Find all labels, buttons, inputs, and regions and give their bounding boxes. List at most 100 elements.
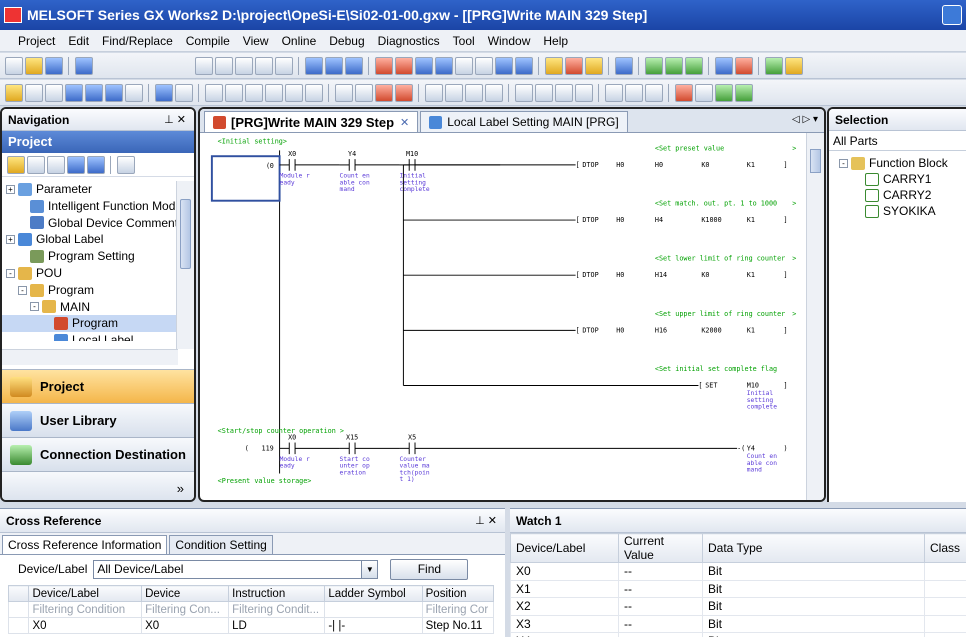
refresh-icon[interactable] bbox=[87, 155, 105, 174]
new-data-icon[interactable] bbox=[7, 155, 25, 174]
find-button[interactable]: Find bbox=[390, 558, 469, 580]
batch-monitor-icon[interactable] bbox=[455, 56, 473, 75]
column-header[interactable]: Ladder Symbol bbox=[324, 585, 423, 602]
dev-batch-icon[interactable] bbox=[515, 56, 533, 75]
column-header[interactable] bbox=[7, 585, 30, 602]
tab-cross-reference-information[interactable]: Cross Reference Information bbox=[2, 535, 168, 554]
vertical-line-icon[interactable] bbox=[355, 83, 373, 102]
navigation-toggle-icon[interactable] bbox=[5, 83, 23, 102]
comment-edit-icon[interactable] bbox=[735, 83, 753, 102]
rising-pulse-close-icon[interactable] bbox=[465, 83, 483, 102]
monitor-icon[interactable] bbox=[415, 56, 433, 75]
dev-icon[interactable] bbox=[495, 56, 513, 75]
operation-invert-icon[interactable] bbox=[555, 83, 573, 102]
sort-icon[interactable] bbox=[117, 155, 135, 174]
table-row[interactable]: X2 -- Bit bbox=[510, 597, 966, 616]
column-header[interactable]: Position bbox=[421, 585, 495, 602]
tree-item[interactable]: - MAIN bbox=[2, 299, 178, 316]
menu-project[interactable]: Project bbox=[18, 34, 55, 48]
tree-item[interactable]: - Program bbox=[2, 282, 178, 299]
fb-insert-icon[interactable] bbox=[625, 83, 643, 102]
tree-item[interactable]: Global Device Comment bbox=[2, 215, 178, 232]
table-row[interactable]: X0 -- Bit bbox=[510, 562, 966, 581]
collapse-icon[interactable]: - bbox=[839, 158, 848, 168]
monitor-stop-icon[interactable] bbox=[435, 56, 453, 75]
menu-tool[interactable]: Tool bbox=[453, 34, 475, 48]
device-search-icon[interactable] bbox=[305, 56, 323, 75]
column-header[interactable]: Data Type bbox=[702, 533, 925, 563]
tree-item[interactable]: + Global Label bbox=[2, 231, 178, 248]
tool-icon[interactable] bbox=[785, 56, 803, 75]
filter-cell[interactable]: Filtering Condition bbox=[28, 601, 143, 618]
falling-pulse-close-icon[interactable] bbox=[485, 83, 503, 102]
tab-local-label-setting[interactable]: Local Label Setting MAIN [PRG] bbox=[420, 111, 628, 132]
watch-icon[interactable] bbox=[475, 56, 493, 75]
read-from-plc-icon[interactable] bbox=[375, 56, 393, 75]
coil-icon[interactable] bbox=[285, 83, 303, 102]
open-project-icon[interactable] bbox=[25, 56, 43, 75]
device-list-icon[interactable] bbox=[65, 83, 83, 102]
window-layout-icon[interactable] bbox=[25, 83, 43, 102]
menu-compile[interactable]: Compile bbox=[186, 34, 230, 48]
connection-destination-button[interactable]: Connection Destination bbox=[2, 437, 194, 471]
redo-icon[interactable] bbox=[275, 56, 293, 75]
property-icon[interactable] bbox=[125, 83, 143, 102]
filter-cell[interactable]: Filtering Cor bbox=[421, 601, 495, 618]
column-header[interactable]: Device/Label bbox=[28, 585, 143, 602]
filter-cell[interactable] bbox=[7, 601, 30, 618]
expander-icon[interactable]: - bbox=[18, 285, 27, 295]
st-block-icon[interactable] bbox=[695, 83, 713, 102]
column-header[interactable]: Device bbox=[141, 585, 230, 602]
list-item[interactable]: SYOKIKA bbox=[839, 203, 966, 219]
ladder-stop-icon[interactable] bbox=[675, 83, 693, 102]
menu-view[interactable]: View bbox=[243, 34, 269, 48]
horizontal-line-icon[interactable] bbox=[335, 83, 353, 102]
delete-vertical-line-icon[interactable] bbox=[395, 83, 413, 102]
device-label-select[interactable]: All Device/Label ▼ bbox=[93, 559, 379, 579]
filter-cell[interactable] bbox=[324, 601, 423, 618]
table-row[interactable]: X3 -- Bit bbox=[510, 614, 966, 633]
tree-item[interactable]: Intelligent Function Modul bbox=[2, 198, 178, 215]
chart-icon[interactable] bbox=[765, 56, 783, 75]
contact-coil-search-icon[interactable] bbox=[345, 56, 363, 75]
pin-close-icon[interactable]: ⊥ ✕ bbox=[475, 514, 497, 527]
column-header[interactable]: Device/Label bbox=[510, 533, 619, 563]
tree-horizontal-scrollbar[interactable] bbox=[2, 349, 178, 365]
chevron-down-icon[interactable]: ▼ bbox=[361, 560, 378, 578]
scrollbar-thumb[interactable] bbox=[180, 199, 191, 269]
data-property-icon[interactable] bbox=[67, 155, 85, 174]
fb-edit-icon[interactable] bbox=[645, 83, 663, 102]
inline-st-icon[interactable] bbox=[605, 83, 623, 102]
expander-icon[interactable]: - bbox=[6, 268, 15, 278]
tree-item[interactable]: Program Setting bbox=[2, 248, 178, 265]
device-comment-icon[interactable] bbox=[105, 83, 123, 102]
menu-find-replace[interactable]: Find/Replace bbox=[102, 34, 173, 48]
rising-pulse-icon[interactable] bbox=[425, 83, 443, 102]
pin-close-icon[interactable]: ⊥ ✕ bbox=[164, 113, 186, 126]
window-control-button[interactable] bbox=[942, 5, 962, 25]
list-item[interactable]: CARRY1 bbox=[839, 171, 966, 187]
pulse-convert-icon[interactable] bbox=[575, 83, 593, 102]
device-memory-icon[interactable] bbox=[85, 83, 103, 102]
sfc-icon[interactable] bbox=[665, 56, 683, 75]
new-project-icon[interactable] bbox=[5, 56, 23, 75]
expander-icon[interactable]: + bbox=[6, 235, 15, 245]
tree-vertical-scrollbar[interactable] bbox=[176, 181, 194, 349]
more-buttons[interactable]: » bbox=[2, 471, 194, 500]
help-icon[interactable] bbox=[75, 56, 93, 75]
undo-icon[interactable] bbox=[255, 56, 273, 75]
column-header[interactable]: Instruction bbox=[228, 585, 326, 602]
simulation-start-icon[interactable] bbox=[545, 56, 563, 75]
find-icon[interactable] bbox=[155, 83, 173, 102]
convert-icon[interactable] bbox=[615, 56, 633, 75]
menu-help[interactable]: Help bbox=[543, 34, 568, 48]
zoom-in-icon[interactable] bbox=[715, 56, 733, 75]
label-icon[interactable] bbox=[715, 83, 733, 102]
binoculars-icon[interactable] bbox=[175, 83, 193, 102]
list-item[interactable]: CARRY2 bbox=[839, 187, 966, 203]
project-view-button[interactable]: Project bbox=[2, 369, 194, 403]
diagnostics-icon[interactable] bbox=[585, 56, 603, 75]
ladder-icon[interactable] bbox=[645, 56, 663, 75]
ladder-diagram[interactable]: <Initial setting>(0X0Module readyY4Count… bbox=[200, 133, 808, 488]
open-contact-icon[interactable] bbox=[205, 83, 223, 102]
